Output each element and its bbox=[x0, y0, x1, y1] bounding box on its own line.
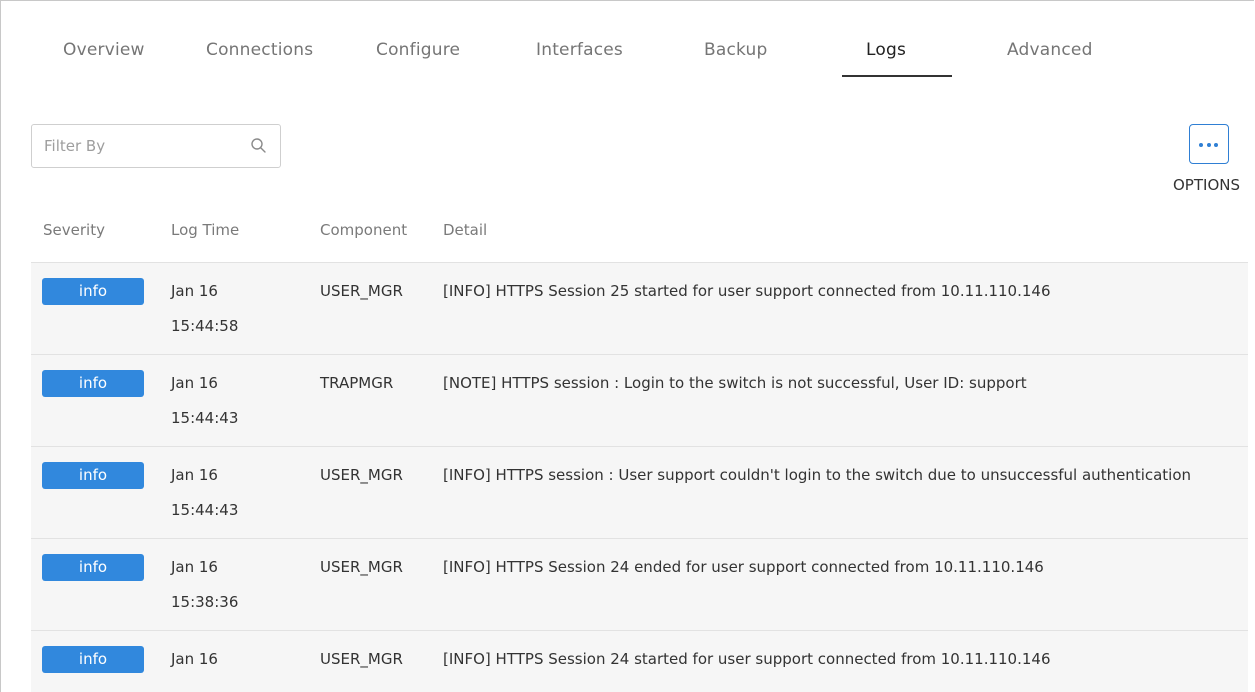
severity-badge: info bbox=[42, 646, 144, 673]
log-clock: 15:38:36 bbox=[171, 593, 239, 611]
log-time: Jan 16 15:38:36 bbox=[171, 550, 281, 620]
tab-advanced[interactable]: Advanced bbox=[1007, 40, 1093, 60]
log-clock: 15:44:43 bbox=[171, 501, 239, 519]
log-clock: 15:44:43 bbox=[171, 409, 239, 427]
component: USER_MGR bbox=[320, 282, 403, 300]
component: USER_MGR bbox=[320, 466, 403, 484]
detail: [INFO] HTTPS Session 24 ended for user s… bbox=[443, 558, 1044, 576]
tab-overview[interactable]: Overview bbox=[63, 40, 145, 60]
table-row[interactable]: info Jan 16 15:44:43 USER_MGR [INFO] HTT… bbox=[31, 447, 1248, 539]
options-button[interactable] bbox=[1189, 124, 1229, 164]
detail: [INFO] HTTPS Session 24 started for user… bbox=[443, 650, 1051, 668]
component: TRAPMGR bbox=[320, 374, 394, 392]
header-component[interactable]: Component bbox=[320, 221, 407, 239]
table-row[interactable]: info Jan 16 15:44:58 USER_MGR [INFO] HTT… bbox=[31, 263, 1248, 355]
log-time: Jan 16 bbox=[171, 642, 281, 677]
more-icon-dot bbox=[1214, 143, 1218, 147]
log-date: Jan 16 bbox=[171, 374, 218, 392]
table-row[interactable]: info Jan 16 15:38:36 USER_MGR [INFO] HTT… bbox=[31, 539, 1248, 631]
severity-badge: info bbox=[42, 462, 144, 489]
tab-configure[interactable]: Configure bbox=[376, 40, 460, 60]
tab-interfaces[interactable]: Interfaces bbox=[536, 40, 623, 60]
tab-connections[interactable]: Connections bbox=[206, 40, 313, 60]
options-label: OPTIONS bbox=[1173, 176, 1240, 194]
log-date: Jan 16 bbox=[171, 466, 218, 484]
severity-badge: info bbox=[42, 554, 144, 581]
log-date: Jan 16 bbox=[171, 282, 218, 300]
more-icon-dot bbox=[1206, 143, 1211, 147]
detail: [INFO] HTTPS Session 25 started for user… bbox=[443, 282, 1051, 300]
component: USER_MGR bbox=[320, 558, 403, 576]
filter-input[interactable] bbox=[32, 125, 242, 167]
log-time: Jan 16 15:44:43 bbox=[171, 366, 281, 436]
active-tab-indicator bbox=[842, 75, 952, 77]
header-log-time[interactable]: Log Time bbox=[171, 221, 239, 239]
log-time: Jan 16 15:44:43 bbox=[171, 458, 281, 528]
severity-badge: info bbox=[42, 370, 144, 397]
log-date: Jan 16 bbox=[171, 650, 218, 668]
component: USER_MGR bbox=[320, 650, 403, 668]
header-severity[interactable]: Severity bbox=[43, 221, 105, 239]
table-row[interactable]: info Jan 16 15:44:43 TRAPMGR [NOTE] HTTP… bbox=[31, 355, 1248, 447]
log-time: Jan 16 15:44:58 bbox=[171, 274, 281, 344]
table-row[interactable]: info Jan 16 USER_MGR [INFO] HTTPS Sessio… bbox=[31, 631, 1248, 692]
log-date: Jan 16 bbox=[171, 558, 218, 576]
more-icon bbox=[1199, 143, 1203, 147]
detail: [NOTE] HTTPS session : Login to the swit… bbox=[443, 374, 1027, 392]
header-detail[interactable]: Detail bbox=[443, 221, 487, 239]
detail: [INFO] HTTPS session : User support coul… bbox=[443, 466, 1192, 484]
severity-badge: info bbox=[42, 278, 144, 305]
filter-box bbox=[31, 124, 281, 168]
log-clock: 15:44:58 bbox=[171, 317, 239, 335]
tab-logs[interactable]: Logs bbox=[866, 40, 906, 60]
tab-backup[interactable]: Backup bbox=[704, 40, 768, 60]
search-icon[interactable] bbox=[250, 137, 268, 155]
